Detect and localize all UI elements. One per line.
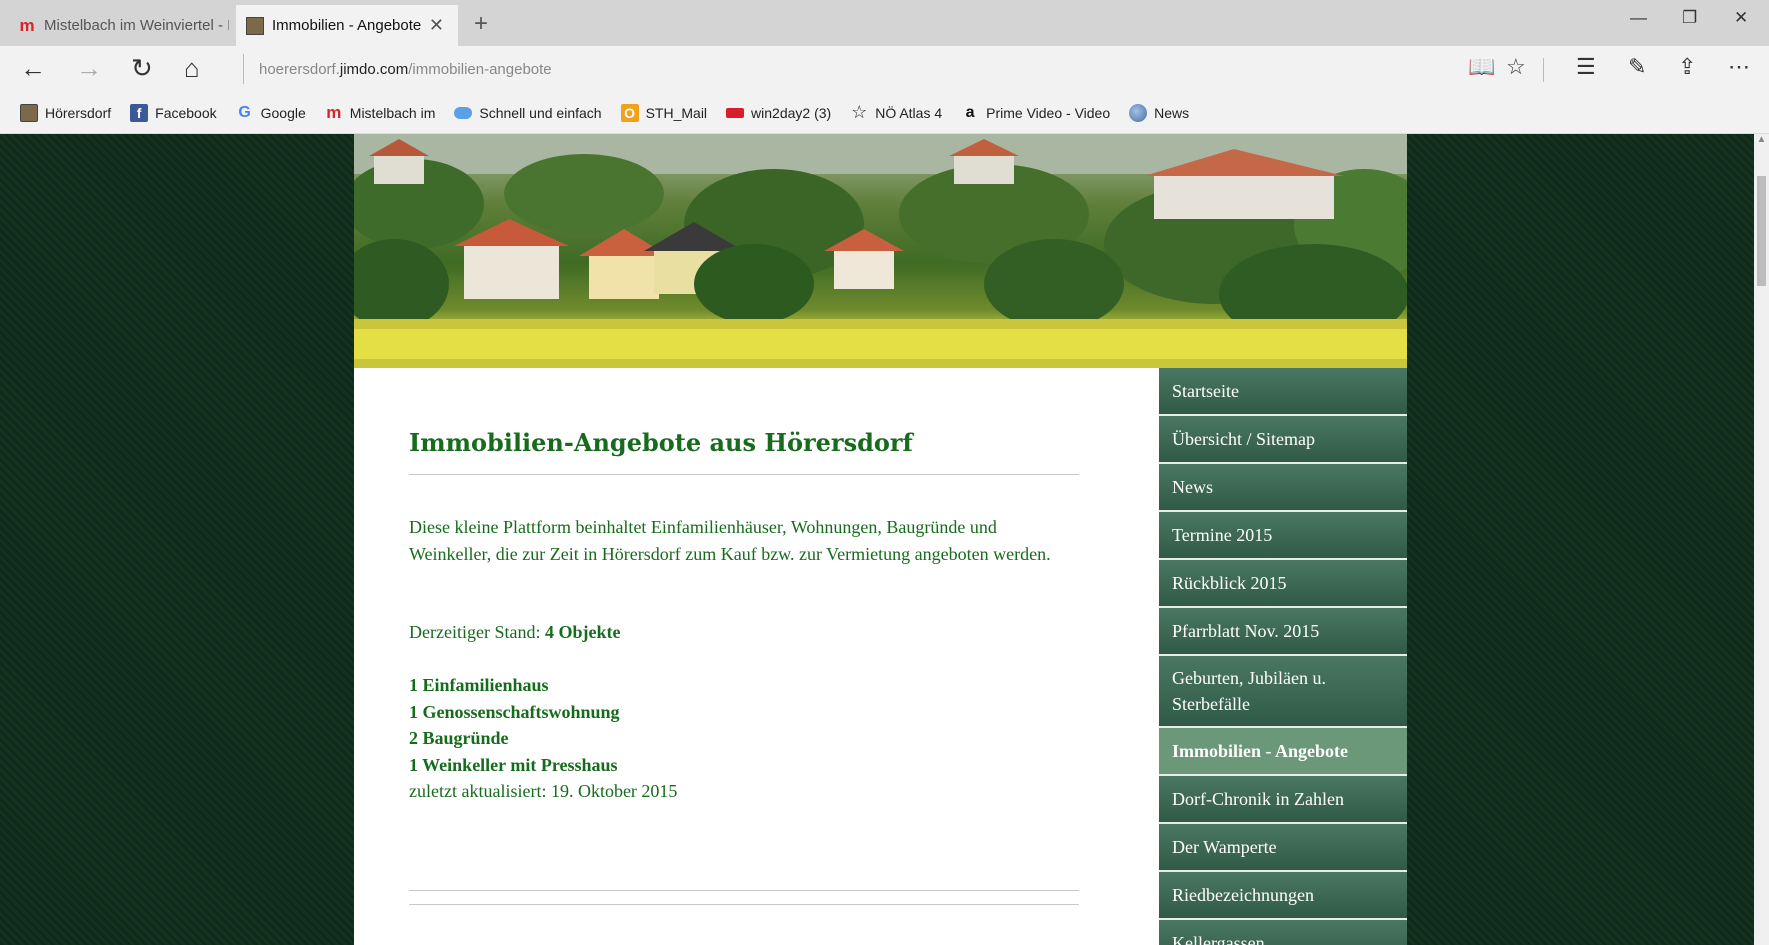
favorite-label: Prime Video - Video — [986, 104, 1111, 121]
list-item: 1 Genossenschaftswohnung — [409, 701, 620, 722]
url-path: /immobilien-angebote — [408, 60, 552, 78]
tab-title: Immobilien - Angebote — [272, 17, 422, 34]
page-title: Immobilien-Angebote aus Hörersdorf — [409, 428, 913, 457]
favorite-noe-atlas[interactable]: ☆ NÖ Atlas 4 — [850, 102, 943, 122]
tab-immobilien[interactable]: Immobilien - Angebote ✕ — [236, 5, 458, 46]
nav-item-geburten[interactable]: Geburten, Jubiläen u. Sterbefälle — [1159, 656, 1407, 728]
intro-text: Diese kleine Plattform beinhaltet Einfam… — [409, 517, 1051, 564]
favorite-schnell[interactable]: Schnell und einfach — [454, 104, 602, 121]
win2day-flag-icon — [726, 107, 745, 118]
nav-item-news[interactable]: News — [1159, 464, 1407, 512]
home-button[interactable]: ⌂ — [184, 52, 200, 84]
list-item: 1 Weinkeller mit Presshaus — [409, 754, 618, 775]
hub-icon[interactable]: ☰ — [1576, 54, 1596, 80]
favorite-google[interactable]: G Google — [236, 103, 306, 122]
page-viewport: Immobilien-Angebote aus Hörersdorf Diese… — [0, 134, 1769, 945]
address-bar-row: ← → ↻ ⌂ hoerersdorf. jimdo.com/immobilien… — [0, 46, 1769, 92]
forward-button[interactable]: → — [76, 52, 102, 84]
minimize-button[interactable]: — — [1630, 8, 1647, 28]
mistelbach-m-icon: m — [19, 15, 35, 35]
amazon-icon: a — [965, 103, 975, 121]
share-icon[interactable]: ⇪ — [1678, 54, 1696, 80]
favorite-facebook[interactable]: f Facebook — [130, 103, 217, 122]
globe-icon — [1129, 103, 1148, 122]
status-line: Derzeitiger Stand: 4 Objekte — [409, 619, 1079, 646]
favorite-star-icon[interactable]: ☆ — [1506, 54, 1526, 80]
status-value: 4 Objekte — [544, 622, 621, 642]
more-icon[interactable]: ⋯ — [1728, 54, 1750, 80]
favorite-mistelbach[interactable]: m Mistelbach im — [325, 102, 436, 122]
title-divider — [409, 474, 1079, 475]
updated-text: zuletzt aktualisiert: 19. Oktober 2015 — [409, 781, 678, 801]
status-label: Derzeitiger Stand: — [409, 622, 541, 642]
nav-item-sitemap[interactable]: Übersicht / Sitemap — [1159, 416, 1407, 464]
web-note-icon[interactable]: ✎ — [1628, 54, 1646, 80]
restore-button[interactable]: ❐ — [1682, 8, 1697, 28]
nav-item-immobilien[interactable]: Immobilien - Angebote — [1159, 728, 1407, 776]
favorite-label: Google — [260, 104, 306, 121]
scrollbar-thumb[interactable] — [1757, 176, 1766, 286]
url-field[interactable]: hoerersdorf. jimdo.com/immobilien-angebot… — [243, 54, 552, 84]
object-list: 1 Einfamilienhaus 1 Genossenschaftswohnu… — [409, 672, 1079, 778]
star-outline-icon: ☆ — [851, 102, 868, 122]
favorite-label: win2day2 (3) — [751, 104, 832, 121]
reading-view-icon[interactable]: 📖 — [1468, 54, 1495, 80]
nav-item-rueckblick[interactable]: Rückblick 2015 — [1159, 560, 1407, 608]
favorite-win2day[interactable]: win2day2 (3) — [726, 105, 831, 121]
list-item: 2 Baugründe — [409, 728, 509, 748]
site-container: Immobilien-Angebote aus Hörersdorf Diese… — [354, 134, 1407, 945]
nav-item-kellergassen[interactable]: Kellergassen — [1159, 920, 1407, 945]
list-item: 1 Einfamilienhaus — [409, 675, 549, 695]
scroll-up-arrow-icon[interactable]: ▲ — [1754, 134, 1769, 150]
favorite-label: Schnell und einfach — [479, 104, 602, 121]
favorite-label: STH_Mail — [645, 104, 708, 121]
house-photo-icon — [20, 103, 38, 122]
tab-bar: m Mistelbach im Weinviertel - I Immobili… — [0, 0, 1769, 46]
village-illustration — [354, 134, 1407, 368]
back-button[interactable]: ← — [20, 52, 46, 84]
chat-bubble-icon — [454, 106, 473, 119]
footer-divider-1 — [409, 890, 1079, 891]
sidebar-nav: Startseite Übersicht / Sitemap News Term… — [1159, 368, 1407, 945]
mistelbach-m-icon: m — [326, 102, 342, 122]
favorite-hoerersdorf[interactable]: Hörersdorf — [20, 103, 112, 122]
favorite-news[interactable]: News — [1129, 103, 1190, 122]
nav-item-dorf-chronik[interactable]: Dorf-Chronik in Zahlen — [1159, 776, 1407, 824]
google-icon: G — [238, 103, 251, 121]
header-image-village — [354, 134, 1407, 368]
url-prefix: hoerersdorf. — [259, 60, 340, 78]
outlook-icon: O — [620, 103, 639, 122]
nav-item-startseite[interactable]: Startseite — [1159, 368, 1407, 416]
nav-item-riedbezeichnungen[interactable]: Riedbezeichnungen — [1159, 872, 1407, 920]
url-domain: jimdo.com — [339, 60, 409, 78]
refresh-button[interactable]: ↻ — [131, 52, 153, 84]
footer-divider-2 — [409, 904, 1079, 905]
favorite-sth-mail[interactable]: O STH_Mail — [620, 103, 708, 122]
new-tab-button[interactable]: + — [474, 10, 488, 38]
nav-item-termine[interactable]: Termine 2015 — [1159, 512, 1407, 560]
close-window-button[interactable]: ✕ — [1734, 8, 1748, 28]
tab-mistelbach[interactable]: m Mistelbach im Weinviertel - I — [0, 5, 236, 46]
house-photo-icon — [246, 16, 264, 35]
favorite-label: Hörersdorf — [45, 104, 112, 121]
toolbar-divider — [1543, 58, 1544, 82]
nav-item-wamperte[interactable]: Der Wamperte — [1159, 824, 1407, 872]
nav-item-pfarrblatt[interactable]: Pfarrblatt Nov. 2015 — [1159, 608, 1407, 656]
favorite-label: NÖ Atlas 4 — [875, 104, 943, 121]
favorite-label: Mistelbach im — [349, 104, 436, 121]
favorite-label: Facebook — [155, 104, 217, 121]
close-tab-icon[interactable]: ✕ — [429, 15, 444, 36]
favorite-prime-video[interactable]: a Prime Video - Video — [961, 104, 1110, 122]
favorite-label: News — [1154, 104, 1190, 121]
tab-title: Mistelbach im Weinviertel - I — [44, 17, 229, 34]
facebook-icon: f — [130, 103, 149, 122]
page-scrollbar[interactable]: ▲ — [1754, 134, 1769, 945]
favorites-bar: Hörersdorf f Facebook G Google m Mistelb… — [0, 92, 1769, 134]
